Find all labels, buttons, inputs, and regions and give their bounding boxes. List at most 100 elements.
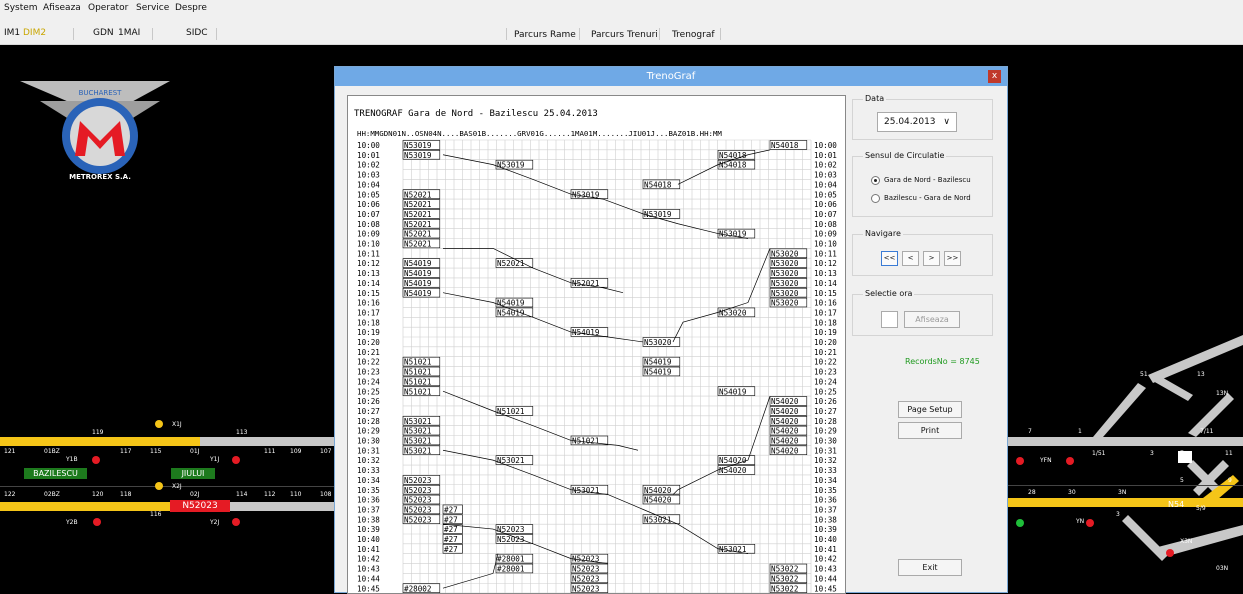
toolbar-gdn[interactable]: GDN: [93, 28, 114, 38]
time-label-right: 10:21: [814, 348, 837, 357]
menu-service[interactable]: Service: [136, 3, 169, 13]
signal-red-icon[interactable]: [232, 456, 240, 464]
signal-red-icon[interactable]: [232, 518, 240, 526]
train-label: N54019: [497, 299, 525, 308]
direction-option-2[interactable]: Bazilescu - Gara de Nord: [884, 194, 971, 202]
time-label-left: 10:40: [357, 535, 380, 544]
track-label: 01J: [190, 448, 200, 455]
time-label-right: 10:00: [814, 141, 837, 150]
train-label: N54018: [644, 180, 672, 189]
nav-last-button[interactable]: >>: [944, 251, 961, 266]
train-label: N52023: [572, 584, 599, 593]
menu-system[interactable]: System: [4, 3, 38, 13]
menu-operator[interactable]: Operator: [88, 3, 128, 13]
time-label-right: 10:10: [814, 240, 837, 249]
time-label-left: 10:41: [357, 545, 380, 554]
track-divider: [0, 486, 334, 487]
track-label: 03N: [1216, 565, 1229, 572]
signal-yellow-icon[interactable]: [155, 482, 163, 490]
signal-yellow-icon[interactable]: [155, 420, 163, 428]
menu-afiseaza[interactable]: Afiseaza: [43, 3, 81, 13]
time-label-left: 10:07: [357, 210, 380, 219]
track-label: Y1B: [66, 456, 78, 463]
time-label-right: 10:24: [814, 377, 837, 386]
nav-next-button[interactable]: >: [923, 251, 940, 266]
direction-label: Sensul de Circulatie: [863, 151, 947, 160]
train-label: N52023: [404, 515, 431, 524]
time-label-right: 10:36: [814, 496, 837, 505]
toolbar-1mai[interactable]: 1MAI: [118, 28, 140, 38]
station-jiului[interactable]: JIULUI: [171, 468, 215, 479]
direction-radio-2[interactable]: [871, 194, 880, 203]
tab-parcurs-rame[interactable]: Parcurs Rame: [514, 30, 576, 40]
signal-red-icon[interactable]: [92, 456, 100, 464]
hour-input[interactable]: [881, 311, 898, 328]
track-label: Y1J: [210, 456, 220, 463]
train-label: #27: [444, 515, 458, 524]
train-label: N53019: [404, 141, 432, 150]
exit-button[interactable]: Exit: [898, 559, 962, 576]
time-label-right: 10:30: [814, 437, 837, 446]
trenograf-chart: TRENOGRAF Gara de Nord - Bazilescu 25.04…: [354, 109, 837, 593]
time-label-right: 10:37: [814, 505, 837, 514]
direction-radio-1[interactable]: [871, 176, 880, 185]
time-label-right: 10:26: [814, 397, 837, 406]
time-label-left: 10:45: [357, 584, 380, 593]
close-icon[interactable]: x: [988, 70, 1001, 83]
toolbar-im1[interactable]: IM1: [4, 28, 20, 38]
nav-prev-button[interactable]: <: [902, 251, 919, 266]
tab-trenograf[interactable]: Trenograf: [672, 30, 715, 40]
tab-parcurs-trenuri[interactable]: Parcurs Trenuri: [591, 30, 658, 40]
time-label-right: 10:41: [814, 545, 837, 554]
train-label: N54020: [719, 456, 747, 465]
time-label-right: 10:32: [814, 456, 837, 465]
track-label: Y2J: [210, 519, 220, 526]
show-button[interactable]: Afiseaza: [904, 311, 960, 328]
toolbar: IM1 DIM2 GDN 1MAI SIDC Parcurs Rame Parc…: [0, 26, 1243, 45]
train-label: N54019: [719, 387, 747, 396]
toolbar-separator: [216, 28, 217, 40]
time-label-right: 10:42: [814, 555, 837, 564]
time-label-right: 10:44: [814, 574, 837, 583]
time-label-left: 10:33: [357, 466, 380, 475]
track-label: N54: [1168, 500, 1185, 509]
track-label: 02BZ: [44, 491, 60, 498]
time-label-left: 10:37: [357, 505, 380, 514]
train-label: N54020: [771, 397, 799, 406]
time-label-right: 10:40: [814, 535, 837, 544]
track-label: 30: [1068, 489, 1076, 496]
toolbar-sidc[interactable]: SIDC: [186, 28, 208, 38]
toolbar-dim2[interactable]: DIM2: [23, 28, 46, 38]
station-bazilescu[interactable]: BAZILESCU: [24, 468, 87, 479]
direction-option-1[interactable]: Gara de Nord - Bazilescu: [884, 176, 971, 184]
track-label: 28: [1028, 489, 1036, 496]
time-label-left: 10:36: [357, 496, 380, 505]
time-label-right: 10:43: [814, 565, 837, 574]
train-label: N53020: [771, 289, 799, 298]
track-label: 114: [236, 491, 248, 498]
track-label: 107: [320, 448, 332, 455]
time-label-right: 10:01: [814, 151, 837, 160]
time-label-left: 10:00: [357, 141, 380, 150]
track-upper-yellow: [0, 437, 200, 446]
menu-despre[interactable]: Despre: [175, 3, 207, 13]
train-tag[interactable]: N52023: [170, 500, 230, 512]
print-button[interactable]: Print: [898, 422, 962, 439]
time-label-right: 10:18: [814, 318, 837, 327]
date-picker[interactable]: 25.04.2013 ∨: [877, 112, 957, 132]
track-label: 11: [1225, 450, 1233, 457]
train-label: N54018: [719, 161, 747, 170]
track-label: 108: [320, 491, 332, 498]
time-label-right: 10:08: [814, 220, 837, 229]
nav-first-button[interactable]: <<: [881, 251, 898, 266]
time-label-right: 10:25: [814, 387, 837, 396]
train-path: [442, 390, 639, 451]
time-label-left: 10:19: [357, 328, 380, 337]
train-label: N52023: [404, 486, 431, 495]
train-label: N53020: [644, 338, 672, 347]
train-label: N54018: [719, 151, 747, 160]
page-setup-button[interactable]: Page Setup: [898, 401, 962, 418]
signal-red-icon[interactable]: [93, 518, 101, 526]
train-path: [672, 248, 771, 343]
train-label: N52023: [404, 496, 431, 505]
